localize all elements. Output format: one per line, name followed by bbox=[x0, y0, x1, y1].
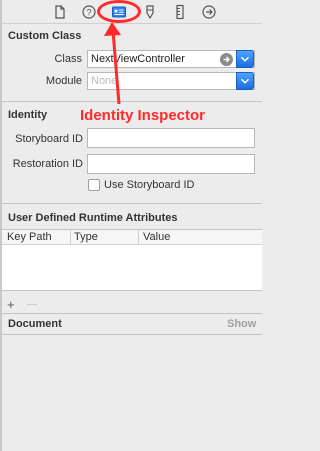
column-separator bbox=[70, 230, 71, 245]
document-section-title: Document bbox=[8, 318, 62, 330]
column-header-type[interactable]: Type bbox=[74, 231, 98, 243]
restoration-id-label: Restoration ID bbox=[12, 158, 83, 170]
storyboard-id-label: Storyboard ID bbox=[15, 133, 83, 145]
identity-inspector-panel: ? Custom Class Class NextViewController … bbox=[0, 0, 262, 451]
annotation-arrow bbox=[104, 22, 121, 105]
remove-attribute-button[interactable]: — bbox=[27, 299, 37, 310]
runtime-attributes-section-title: User Defined Runtime Attributes bbox=[8, 212, 178, 224]
column-header-key-path[interactable]: Key Path bbox=[7, 231, 52, 243]
column-header-value[interactable]: Value bbox=[143, 231, 170, 243]
section-divider bbox=[2, 334, 262, 335]
table-header: Key Path Type Value bbox=[2, 230, 262, 245]
restoration-id-field[interactable] bbox=[87, 154, 255, 174]
section-divider bbox=[2, 203, 262, 204]
identity-section-title: Identity bbox=[8, 109, 48, 121]
use-storyboard-id-checkbox[interactable] bbox=[88, 179, 100, 191]
document-show-button[interactable]: Show bbox=[227, 318, 256, 330]
runtime-attributes-table[interactable]: Key Path Type Value bbox=[2, 229, 262, 290]
column-separator bbox=[138, 230, 139, 245]
storyboard-id-field[interactable] bbox=[87, 128, 255, 148]
section-divider bbox=[2, 313, 262, 314]
annotation-label: Identity Inspector bbox=[80, 107, 206, 124]
table-bottom-border bbox=[2, 290, 262, 291]
add-attribute-button[interactable]: + bbox=[7, 297, 15, 312]
use-storyboard-id-label: Use Storyboard ID bbox=[104, 179, 195, 191]
